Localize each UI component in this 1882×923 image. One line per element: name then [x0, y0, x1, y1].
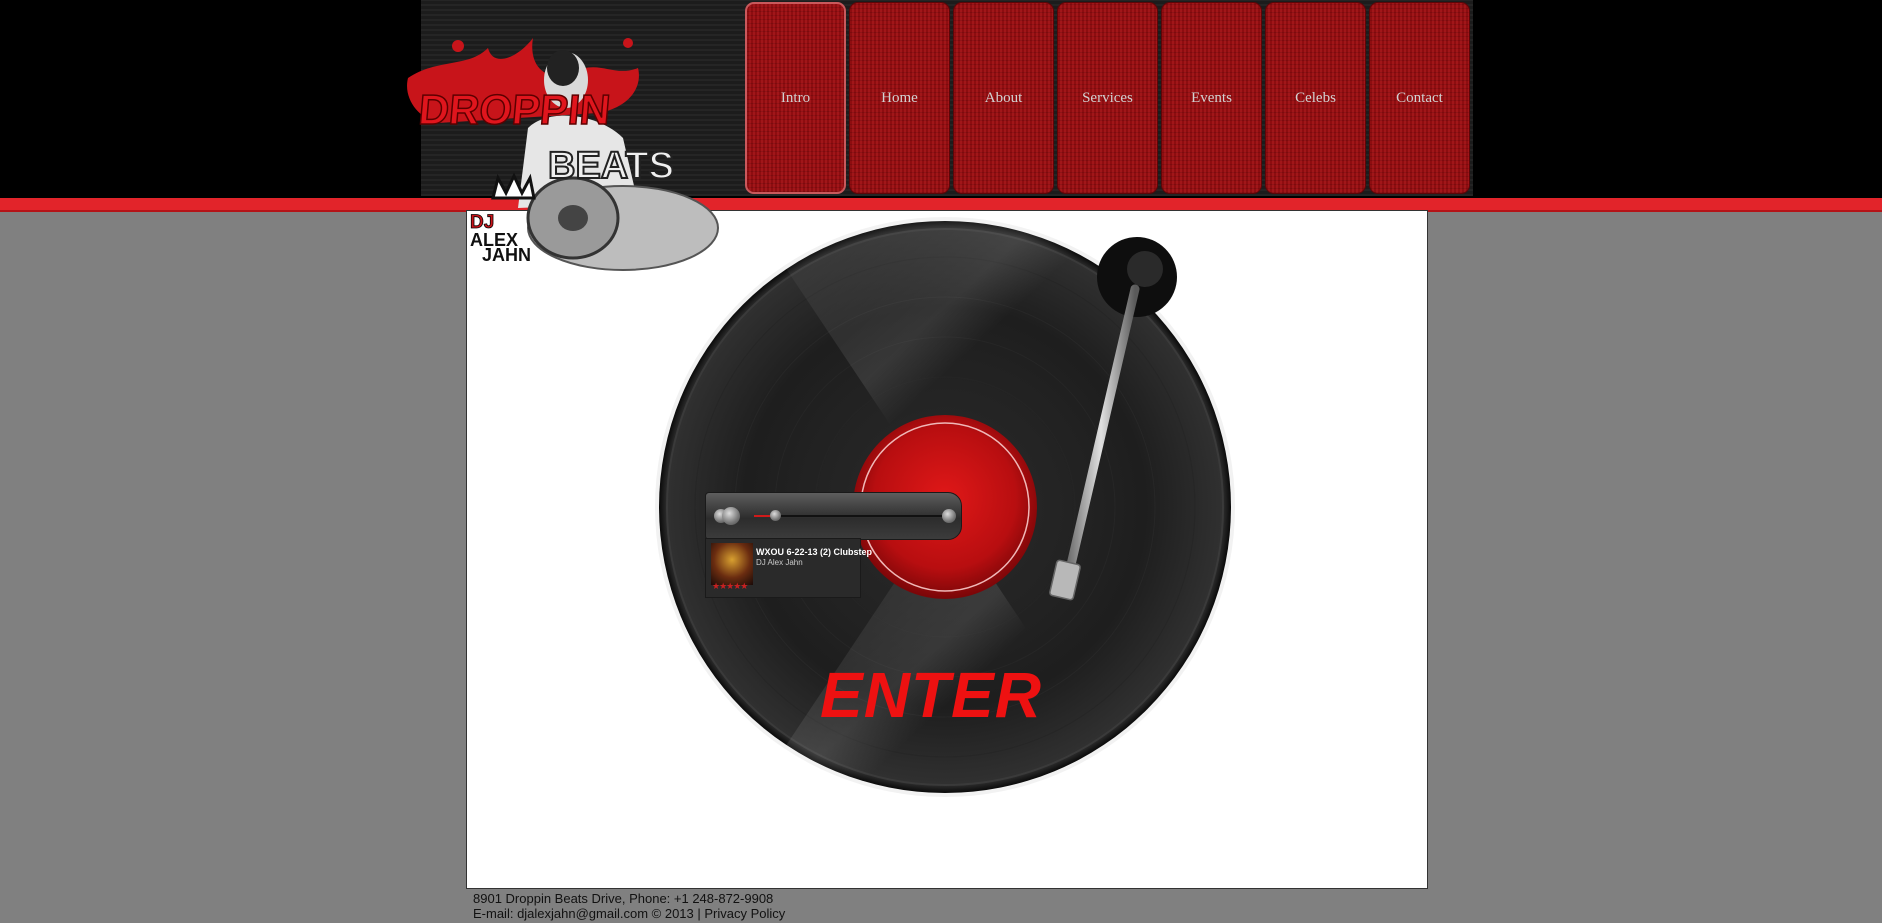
copyright-text: © 2013 |	[648, 906, 705, 921]
main-nav: Intro Home About Services Events Celebs …	[745, 2, 1470, 194]
footer: 8901 Droppin Beats Drive, Phone: +1 248-…	[473, 891, 785, 921]
footer-address: 8901 Droppin Beats Drive, Phone: +1 248-…	[473, 891, 774, 906]
nav-celebs[interactable]: Celebs	[1265, 2, 1366, 194]
player-controls	[705, 492, 962, 540]
nav-intro[interactable]: Intro	[745, 2, 846, 194]
share-icon[interactable]	[942, 509, 956, 523]
seek-handle[interactable]	[770, 510, 781, 521]
email-link[interactable]: djalexjahn@gmail.com	[517, 906, 648, 921]
header-divider	[0, 198, 1882, 210]
seek-bar[interactable]	[754, 515, 942, 517]
svg-text:JAHN: JAHN	[482, 245, 531, 265]
nav-home[interactable]: Home	[849, 2, 950, 194]
email-prefix: E-mail:	[473, 906, 518, 921]
footer-contact-line: E-mail: djalexjahn@gmail.com © 2013 | Pr…	[473, 906, 785, 921]
rating-stars: ★★★★★	[712, 581, 748, 591]
nav-services[interactable]: Services	[1057, 2, 1158, 194]
album-art	[711, 543, 753, 585]
svg-text:BEATS: BEATS	[548, 145, 674, 187]
music-player: WXOU 6-22-13 (2) Clubstep DJ Alex Jahn ★…	[705, 492, 962, 598]
play-icon[interactable]	[722, 507, 740, 525]
nav-events[interactable]: Events	[1161, 2, 1262, 194]
enter-button[interactable]: ENTER	[820, 660, 1095, 730]
privacy-policy-link[interactable]: Privacy Policy	[704, 906, 785, 921]
nav-contact[interactable]: Contact	[1369, 2, 1470, 194]
track-info: WXOU 6-22-13 (2) Clubstep DJ Alex Jahn ★…	[705, 538, 872, 598]
nav-about[interactable]: About	[953, 2, 1054, 194]
track-title[interactable]: WXOU 6-22-13 (2) Clubstep	[756, 547, 872, 557]
svg-text:DROPPIN: DROPPIN	[417, 86, 612, 133]
track-artist[interactable]: DJ Alex Jahn	[756, 558, 803, 567]
